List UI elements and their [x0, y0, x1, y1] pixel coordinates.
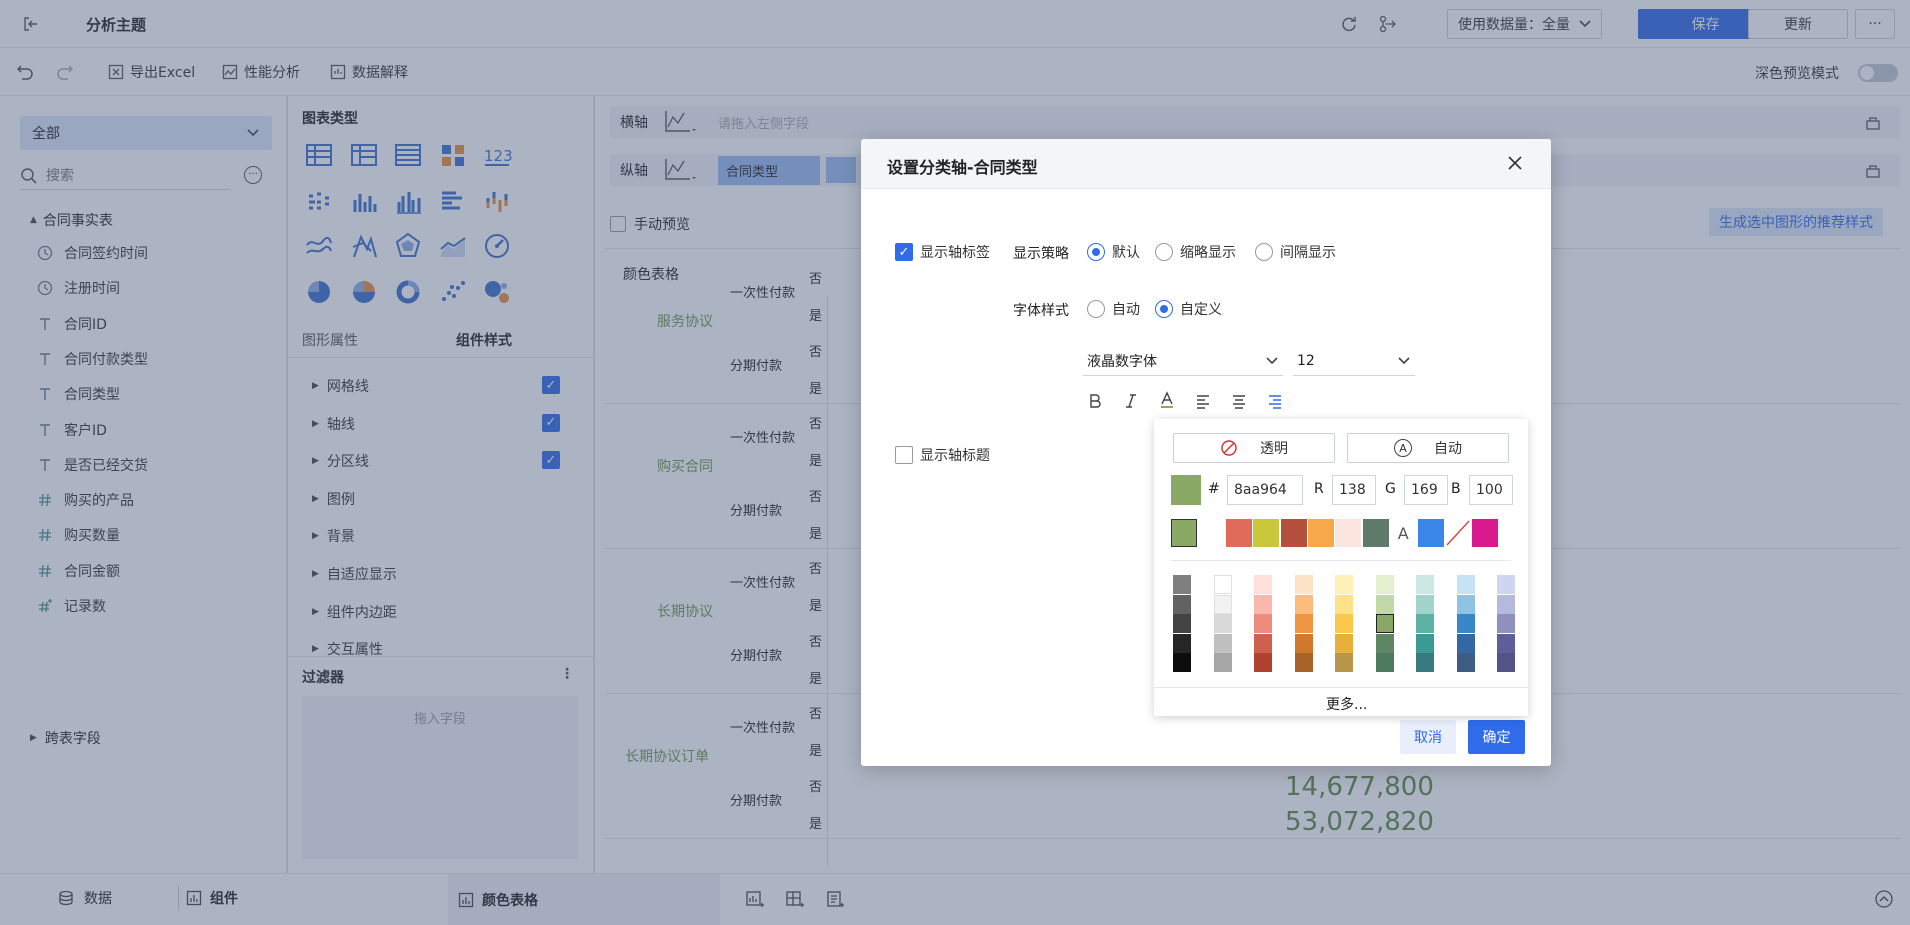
recent-color-swatch[interactable]	[1417, 519, 1444, 547]
palette-color-swatch[interactable]	[1375, 653, 1394, 672]
dialog-header: 设置分类轴-合同类型	[861, 139, 1551, 189]
radio[interactable]	[1087, 300, 1105, 318]
palette-color-swatch[interactable]	[1456, 633, 1475, 653]
show-axis-label[interactable]: ✓ 显示轴标签	[895, 242, 990, 262]
cancel-button[interactable]: 取消	[1400, 720, 1456, 754]
recent-color-swatch[interactable]	[1225, 519, 1252, 547]
b-input[interactable]: 100	[1469, 475, 1513, 505]
radio-checked[interactable]	[1087, 243, 1105, 261]
palette-color-swatch[interactable]	[1294, 575, 1313, 594]
hex-input[interactable]: 8aa964	[1227, 475, 1303, 505]
palette-color-swatch[interactable]	[1213, 633, 1232, 653]
ok-button[interactable]: 确定	[1468, 720, 1525, 754]
palette-color-swatch[interactable]	[1254, 653, 1272, 672]
color-picker: 透明 A 自动 # 8aa964 R 138 G 169 B 100 更多...…	[1154, 419, 1528, 716]
palette-color-swatch[interactable]	[1294, 614, 1313, 633]
palette-color-swatch[interactable]	[1416, 653, 1434, 672]
palette-color-swatch[interactable]	[1497, 575, 1515, 594]
strategy-interval[interactable]: 间隔显示	[1255, 242, 1336, 262]
align-center-icon[interactable]	[1231, 393, 1247, 413]
recent-color-swatch[interactable]	[1171, 519, 1197, 547]
recent-color-swatch[interactable]	[1335, 519, 1362, 547]
recent-color-swatch[interactable]	[1308, 519, 1334, 547]
close-icon[interactable]	[1507, 155, 1523, 175]
recent-color-swatch[interactable]	[1253, 519, 1280, 547]
palette-color-swatch[interactable]	[1375, 614, 1394, 633]
radio-checked[interactable]	[1155, 300, 1173, 318]
show-axis-title[interactable]: 显示轴标题	[895, 445, 990, 465]
palette-color-swatch[interactable]	[1254, 594, 1272, 614]
more-colors-link[interactable]: 更多...	[1326, 694, 1367, 714]
recent-color-swatch[interactable]	[1198, 519, 1225, 547]
palette-color-swatch[interactable]	[1213, 614, 1232, 633]
palette-color-swatch[interactable]	[1173, 594, 1191, 614]
font-auto[interactable]: 自动	[1087, 299, 1140, 319]
show-axis-title-checkbox[interactable]	[895, 446, 913, 464]
palette-color-swatch[interactable]	[1416, 614, 1434, 633]
palette-color-swatch[interactable]	[1173, 633, 1191, 653]
palette-color-swatch[interactable]	[1416, 575, 1434, 594]
radio[interactable]	[1155, 243, 1173, 261]
align-left-icon[interactable]	[1195, 393, 1211, 413]
recent-color-swatch[interactable]	[1472, 519, 1499, 547]
palette-color-swatch[interactable]	[1173, 653, 1191, 672]
strategy-default[interactable]: 默认	[1087, 242, 1140, 262]
palette-color-swatch[interactable]	[1213, 594, 1232, 614]
palette-color-swatch[interactable]	[1497, 633, 1515, 653]
current-color-swatch	[1171, 475, 1201, 505]
g-input[interactable]: 169	[1404, 475, 1448, 505]
palette-color-swatch[interactable]	[1416, 594, 1434, 614]
palette-color-swatch[interactable]	[1456, 614, 1475, 633]
palette-color-swatch[interactable]	[1294, 594, 1313, 614]
palette-color-swatch[interactable]	[1375, 633, 1394, 653]
palette-color-swatch[interactable]	[1335, 653, 1353, 672]
show-axis-label-checkbox[interactable]: ✓	[895, 243, 913, 261]
auto-icon: A	[1394, 439, 1412, 457]
font-style-label: 字体样式	[1013, 303, 1069, 319]
chevron-down-icon	[1266, 356, 1278, 364]
transparent-button[interactable]: 透明	[1173, 433, 1335, 463]
palette-color-swatch[interactable]	[1456, 594, 1475, 614]
palette-color-swatch[interactable]	[1213, 575, 1232, 594]
strategy-label: 显示策略	[1013, 246, 1069, 262]
palette-color-swatch[interactable]	[1375, 575, 1394, 594]
palette-color-swatch[interactable]	[1254, 633, 1272, 653]
palette-color-swatch[interactable]	[1416, 633, 1434, 653]
recent-none-swatch[interactable]	[1445, 519, 1471, 547]
palette-color-swatch[interactable]	[1497, 653, 1515, 672]
strategy-abbrev[interactable]: 缩略显示	[1155, 242, 1236, 262]
palette-color-swatch[interactable]	[1456, 575, 1475, 594]
palette-color-swatch[interactable]	[1173, 614, 1191, 633]
palette-color-swatch[interactable]	[1294, 653, 1313, 672]
palette-color-swatch[interactable]	[1335, 594, 1353, 614]
recent-color-swatch[interactable]	[1280, 519, 1307, 547]
italic-icon[interactable]	[1123, 393, 1139, 413]
dialog-title: 设置分类轴-合同类型	[887, 158, 1038, 177]
r-input[interactable]: 138	[1332, 475, 1376, 505]
palette-color-swatch[interactable]	[1213, 653, 1232, 672]
palette-color-swatch[interactable]	[1375, 594, 1394, 614]
palette-color-swatch[interactable]	[1173, 575, 1191, 594]
palette-color-swatch[interactable]	[1456, 653, 1475, 672]
palette-color-swatch[interactable]	[1335, 575, 1353, 594]
auto-color-button[interactable]: A 自动	[1347, 433, 1509, 463]
palette-color-swatch[interactable]	[1254, 575, 1272, 594]
chevron-down-icon	[1398, 356, 1410, 364]
palette-color-swatch[interactable]	[1335, 614, 1353, 633]
font-color-icon[interactable]	[1159, 391, 1175, 413]
font-family-select[interactable]: 液晶数字体	[1083, 346, 1283, 376]
font-custom[interactable]: 自定义	[1155, 299, 1222, 319]
bold-icon[interactable]	[1087, 393, 1103, 413]
palette-color-swatch[interactable]	[1294, 633, 1313, 653]
align-right-icon[interactable]	[1267, 393, 1283, 413]
font-size-select[interactable]: 12	[1293, 346, 1415, 376]
palette-color-swatch[interactable]	[1335, 633, 1353, 653]
palette-color-swatch[interactable]	[1497, 594, 1515, 614]
no-color-icon	[1221, 440, 1237, 456]
recent-color-swatch[interactable]	[1362, 519, 1389, 547]
recent-auto-swatch[interactable]: A	[1390, 519, 1417, 547]
radio[interactable]	[1255, 243, 1273, 261]
palette-color-swatch[interactable]	[1254, 614, 1272, 633]
palette-color-swatch[interactable]	[1497, 614, 1515, 633]
